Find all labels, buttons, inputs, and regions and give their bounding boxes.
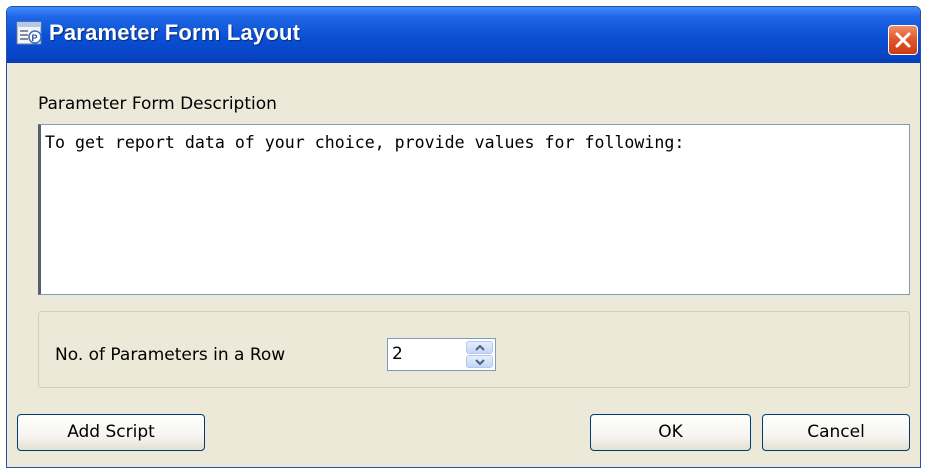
spinner-up-button[interactable] (466, 341, 493, 354)
window-title: Parameter Form Layout (49, 20, 301, 45)
cancel-button[interactable]: Cancel (762, 414, 910, 451)
description-label: Parameter Form Description (38, 94, 277, 114)
parameters-per-row-value[interactable]: 2 (392, 344, 403, 364)
chevron-up-icon (475, 345, 485, 351)
close-icon (895, 32, 911, 48)
description-textarea[interactable]: To get report data of your choice, provi… (38, 124, 910, 295)
add-script-button[interactable]: Add Script (17, 414, 205, 451)
ok-button[interactable]: OK (590, 414, 751, 451)
dialog-window: P Parameter Form Layout Parameter Form D… (6, 6, 921, 468)
spinner-buttons (466, 341, 493, 368)
close-button[interactable] (888, 25, 918, 55)
svg-text:P: P (32, 33, 38, 43)
report-parameters-icon: P (16, 21, 46, 47)
title-bar[interactable]: P Parameter Form Layout (7, 7, 920, 63)
parameters-per-row-spinner[interactable]: 2 (387, 338, 496, 371)
spinner-down-button[interactable] (466, 355, 493, 368)
parameters-per-row-label: No. of Parameters in a Row (55, 345, 286, 365)
chevron-down-icon (475, 359, 485, 365)
